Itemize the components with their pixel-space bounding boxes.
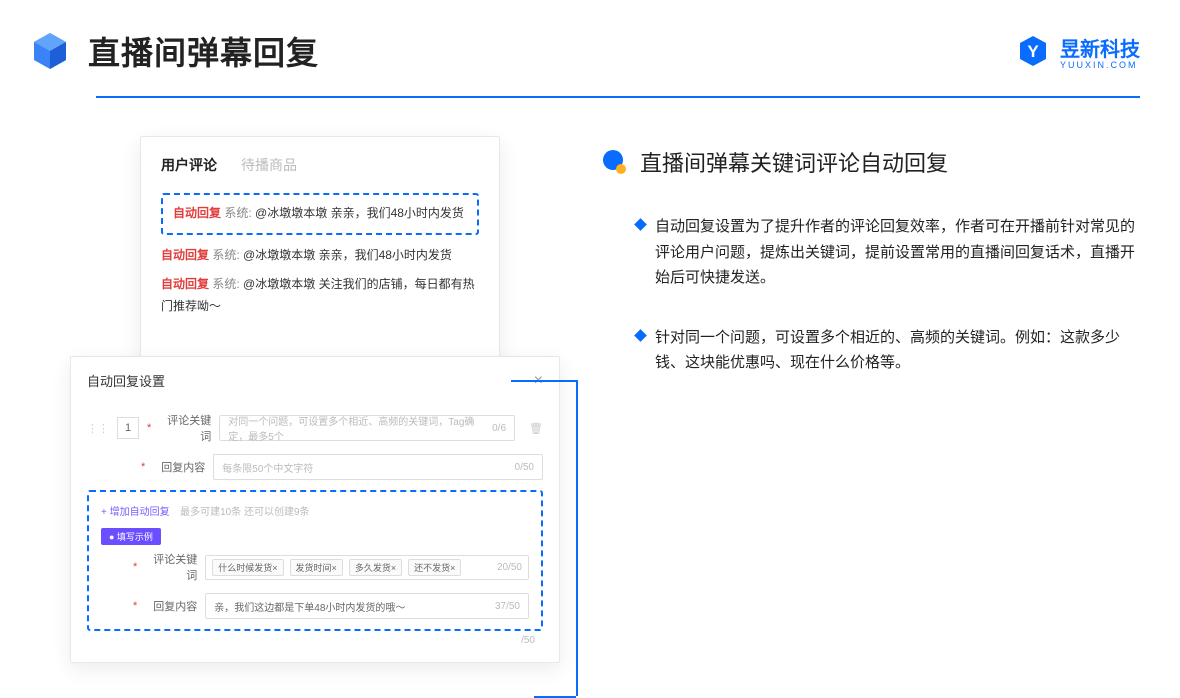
cube-icon (30, 31, 70, 71)
brand-sub: YUUXIN.COM (1060, 60, 1140, 70)
point-text: 针对同一个问题，可设置多个相近的、高频的关键词。例如：这款多少钱、这块能优惠吗、… (655, 325, 1140, 376)
outer-counter: /50 (87, 631, 543, 646)
left-column: 用户评论 待播商品 自动回复 系统: @冰墩墩本墩 亲亲，我们48小时内发货 自… (60, 136, 540, 410)
tab-pending-goods[interactable]: 待播商品 (241, 155, 297, 175)
comment-text: @冰墩墩本墩 亲亲，我们48小时内发货 (255, 206, 464, 220)
bubble-icon (600, 149, 626, 175)
required-dot: * (147, 422, 151, 434)
comments-card: 用户评论 待播商品 自动回复 系统: @冰墩墩本墩 亲亲，我们48小时内发货 自… (140, 136, 500, 386)
example-badge: ● 填写示例 (101, 528, 161, 545)
right-column: 直播间弹幕关键词评论自动回复 自动回复设置为了提升作者的评论回复效率，作者可在开… (600, 136, 1140, 410)
ex-content-label: 回复内容 (145, 598, 197, 614)
drag-handle-icon[interactable]: ⋮⋮ (87, 422, 109, 435)
ex-content-text: 亲，我们这边都是下单48小时内发货的哦～ (214, 599, 405, 614)
tag-chip[interactable]: 还不发货× (408, 559, 461, 576)
add-row: + 增加自动回复 最多可建10条 还可以创建9条 (101, 502, 529, 520)
auto-reply-tag: 自动回复 (161, 277, 209, 291)
bullet-point: 自动回复设置为了提升作者的评论回复效率，作者可在开播前针对常见的评论用户问题，提… (600, 214, 1140, 291)
comment-row: 自动回复 系统: @冰墩墩本墩 亲亲，我们48小时内发货 (161, 245, 479, 267)
ex-content-counter: 37/50 (495, 601, 520, 612)
tag-chip[interactable]: 发货时间× (290, 559, 343, 576)
required-dot: * (141, 461, 145, 473)
page-header: 直播间弹幕回复 Y 昱新科技 YUUXIN.COM (0, 0, 1180, 74)
system-tag: 系统: (212, 248, 239, 262)
svg-text:Y: Y (1027, 42, 1039, 61)
tag-chip[interactable]: 什么时候发货× (212, 559, 283, 576)
brand-icon: Y (1016, 34, 1050, 68)
diamond-icon (634, 329, 647, 342)
ex-keyword-counter: 20/50 (497, 562, 522, 573)
highlighted-comment: 自动回复 系统: @冰墩墩本墩 亲亲，我们48小时内发货 (161, 193, 479, 235)
comment-text: @冰墩墩本墩 亲亲，我们48小时内发货 (243, 248, 452, 262)
keyword-counter: 0/6 (492, 423, 506, 434)
keyword-label: 评论关键词 (159, 412, 211, 444)
page-title: 直播间弹幕回复 (88, 28, 319, 74)
comment-text: @冰墩墩本墩 关注我们的店铺，每日都有热门推荐呦～ (161, 277, 475, 313)
example-content-row: * 回复内容 亲，我们这边都是下单48小时内发货的哦～ 37/50 (101, 593, 529, 619)
content-label: 回复内容 (153, 459, 205, 475)
index-box: 1 (117, 417, 139, 439)
point-text: 自动回复设置为了提升作者的评论回复效率，作者可在开播前针对常见的评论用户问题，提… (655, 214, 1140, 291)
content-counter: 0/50 (515, 462, 534, 473)
content: 用户评论 待播商品 自动回复 系统: @冰墩墩本墩 亲亲，我们48小时内发货 自… (0, 98, 1180, 410)
content-input[interactable]: 每条限50个中文字符 0/50 (213, 454, 543, 480)
example-keyword-row: * 评论关键词 什么时候发货× 发货时间× 多久发货× 还不发货× 20/50 (101, 551, 529, 583)
keyword-placeholder: 对同一个问题，可设置多个相近、高频的关键词，Tag确定，最多5个 (228, 413, 492, 443)
settings-title: 自动回复设置 (87, 371, 165, 390)
content-placeholder: 每条限50个中文字符 (222, 460, 313, 475)
trash-icon[interactable]: 🗑 (529, 422, 543, 435)
comment-row: 自动回复 系统: @冰墩墩本墩 关注我们的店铺，每日都有热门推荐呦～ (161, 274, 479, 317)
example-content-input[interactable]: 亲，我们这边都是下单48小时内发货的哦～ 37/50 (205, 593, 529, 619)
ex-keyword-label: 评论关键词 (145, 551, 197, 583)
keyword-input[interactable]: 对同一个问题，可设置多个相近、高频的关键词，Tag确定，最多5个 0/6 (219, 415, 515, 441)
section-head: 直播间弹幕关键词评论自动回复 (600, 146, 1140, 178)
content-row: * 回复内容 每条限50个中文字符 0/50 (87, 454, 543, 480)
example-tag-input[interactable]: 什么时候发货× 发货时间× 多久发货× 还不发货× 20/50 (205, 555, 529, 580)
keyword-row: ⋮⋮ 1 * 评论关键词 对同一个问题，可设置多个相近、高频的关键词，Tag确定… (87, 412, 543, 444)
tabs: 用户评论 待播商品 (161, 155, 479, 175)
settings-header: 自动回复设置 × (87, 371, 543, 390)
brand-logo: Y 昱新科技 YUUXIN.COM (1016, 33, 1140, 70)
add-hint: 最多可建10条 还可以创建9条 (180, 507, 309, 518)
comment-row: 自动回复 系统: @冰墩墩本墩 亲亲，我们48小时内发货 (173, 203, 467, 225)
system-tag: 系统: (212, 277, 239, 291)
add-auto-reply-link[interactable]: + 增加自动回复 (101, 507, 170, 518)
bullet-point: 针对同一个问题，可设置多个相近的、高频的关键词。例如：这款多少钱、这块能优惠吗、… (600, 325, 1140, 376)
connector-line (576, 380, 578, 696)
brand-name: 昱新科技 (1060, 33, 1140, 62)
auto-reply-tag: 自动回复 (161, 248, 209, 262)
example-box: + 增加自动回复 最多可建10条 还可以创建9条 ● 填写示例 * 评论关键词 … (87, 490, 543, 631)
section-title: 直播间弹幕关键词评论自动回复 (640, 146, 948, 178)
required-dot: * (133, 561, 137, 573)
connector-line (511, 380, 576, 382)
tag-chip[interactable]: 多久发货× (349, 559, 402, 576)
auto-reply-tag: 自动回复 (173, 206, 221, 220)
settings-card: 自动回复设置 × ⋮⋮ 1 * 评论关键词 对同一个问题，可设置多个相近、高频的… (70, 356, 560, 663)
header-left: 直播间弹幕回复 (30, 28, 319, 74)
tab-user-comments[interactable]: 用户评论 (161, 155, 217, 175)
diamond-icon (634, 218, 647, 231)
system-tag: 系统: (224, 206, 251, 220)
required-dot: * (133, 600, 137, 612)
